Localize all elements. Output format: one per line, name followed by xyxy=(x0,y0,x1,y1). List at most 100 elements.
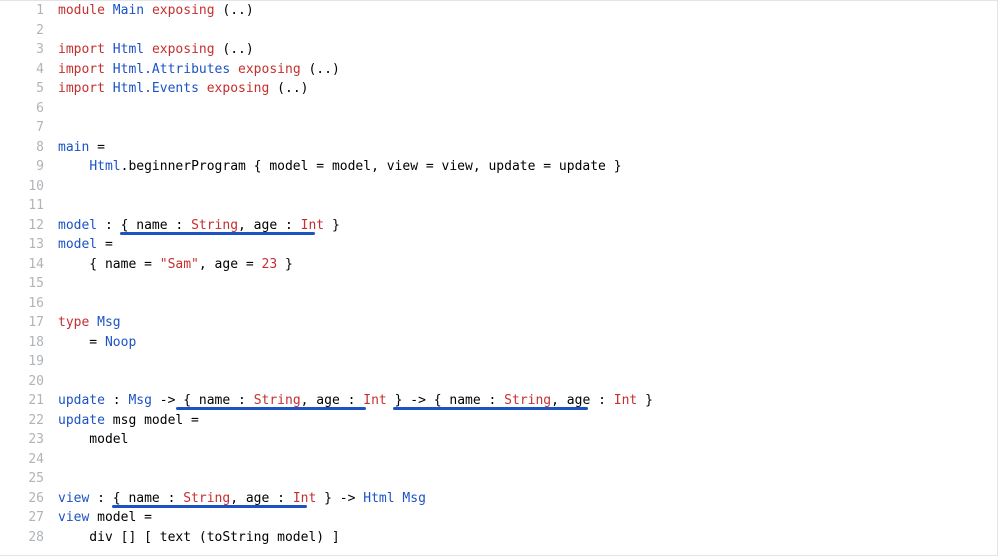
code-line[interactable]: 7 xyxy=(0,118,997,138)
code-editor[interactable]: 1module Main exposing (..)23import Html … xyxy=(0,0,998,556)
line-number: 21 xyxy=(0,393,58,408)
code-content[interactable]: import Html.Events exposing (..) xyxy=(58,81,997,96)
code-line[interactable]: 27view model = xyxy=(0,508,997,528)
code-content[interactable]: model = xyxy=(58,237,997,252)
line-number: 22 xyxy=(0,413,58,428)
token-kw: exposing xyxy=(152,3,215,18)
token-name: Noop xyxy=(105,335,136,350)
code-line[interactable]: 18 = Noop xyxy=(0,333,997,353)
token-txt: = xyxy=(97,237,113,252)
token-kw: import xyxy=(58,42,105,57)
token-txt: (..) xyxy=(301,62,340,77)
line-number: 19 xyxy=(0,354,58,369)
code-line[interactable]: 20 xyxy=(0,372,997,392)
code-line[interactable]: 6 xyxy=(0,99,997,119)
line-number: 20 xyxy=(0,374,58,389)
token-txt: } xyxy=(277,257,293,272)
code-line[interactable]: 16 xyxy=(0,294,997,314)
code-content[interactable]: div [] [ text (toString model) ] xyxy=(58,530,997,545)
line-number: 11 xyxy=(0,198,58,213)
code-line[interactable]: 14 { name = "Sam", age = 23 } xyxy=(0,255,997,275)
code-content[interactable]: import Html exposing (..) xyxy=(58,42,997,57)
token-txt xyxy=(144,3,152,18)
token-name: Html xyxy=(113,42,144,57)
token-txt xyxy=(144,42,152,57)
code-content[interactable]: type Msg xyxy=(58,315,997,330)
token-name: Html.Attributes xyxy=(113,62,230,77)
token-name: Html xyxy=(89,159,120,174)
line-number: 5 xyxy=(0,81,58,96)
token-txt xyxy=(199,81,207,96)
token-name: Msg xyxy=(128,393,151,408)
code-content[interactable]: = Noop xyxy=(58,335,997,350)
token-name: update xyxy=(58,393,105,408)
token-txt: , age : xyxy=(301,393,364,408)
code-content[interactable]: main = xyxy=(58,140,997,155)
code-line[interactable]: 19 xyxy=(0,352,997,372)
annotation-underline xyxy=(393,407,588,410)
code-line[interactable]: 17type Msg xyxy=(0,313,997,333)
code-line[interactable]: 13model = xyxy=(0,235,997,255)
code-line[interactable]: 3import Html exposing (..) xyxy=(0,40,997,60)
token-txt: .beginnerProgram { model = model, view =… xyxy=(121,159,622,174)
line-number: 27 xyxy=(0,510,58,525)
code-line[interactable]: 15 xyxy=(0,274,997,294)
token-name: update xyxy=(58,413,105,428)
token-txt: , age : xyxy=(551,393,614,408)
token-txt: } xyxy=(324,218,340,233)
code-line[interactable]: 2 xyxy=(0,21,997,41)
token-txt: } -> xyxy=(316,491,363,506)
code-content[interactable]: view model = xyxy=(58,510,997,525)
code-content[interactable]: view : { name : String, age : Int } -> H… xyxy=(58,491,997,506)
code-line[interactable]: 9 Html.beginnerProgram { model = model, … xyxy=(0,157,997,177)
code-line[interactable]: 21update : Msg -> { name : String, age :… xyxy=(0,391,997,411)
token-txt: , age = xyxy=(199,257,262,272)
code-content[interactable]: Html.beginnerProgram { model = model, vi… xyxy=(58,159,997,174)
token-name: Html xyxy=(363,491,394,506)
line-number: 2 xyxy=(0,23,58,38)
code-content[interactable]: update msg model = xyxy=(58,413,997,428)
token-txt xyxy=(105,42,113,57)
code-line[interactable]: 4import Html.Attributes exposing (..) xyxy=(0,60,997,80)
code-content[interactable]: model : { name : String, age : Int } xyxy=(58,218,997,233)
code-content[interactable]: module Main exposing (..) xyxy=(58,3,997,18)
code-content[interactable]: model xyxy=(58,432,997,447)
code-content[interactable]: { name = "Sam", age = 23 } xyxy=(58,257,997,272)
code-line[interactable]: 23 model xyxy=(0,430,997,450)
token-txt: : { name : xyxy=(97,218,191,233)
code-line[interactable]: 28 div [] [ text (toString model) ] xyxy=(0,528,997,548)
line-number: 3 xyxy=(0,42,58,57)
code-line[interactable]: 12model : { name : String, age : Int } xyxy=(0,216,997,236)
token-txt xyxy=(58,159,89,174)
code-content[interactable]: update : Msg -> { name : String, age : I… xyxy=(58,393,997,408)
line-number: 17 xyxy=(0,315,58,330)
token-name: Main xyxy=(113,3,144,18)
line-number: 8 xyxy=(0,140,58,155)
token-ty: String xyxy=(183,491,230,506)
token-txt: : xyxy=(105,393,128,408)
token-ty: Int xyxy=(363,393,386,408)
code-line[interactable]: 5import Html.Events exposing (..) xyxy=(0,79,997,99)
code-line[interactable]: 11 xyxy=(0,196,997,216)
token-kw: type xyxy=(58,315,89,330)
token-name: model xyxy=(58,218,97,233)
line-number: 28 xyxy=(0,530,58,545)
token-name: view xyxy=(58,491,89,506)
token-txt: model = xyxy=(89,510,152,525)
line-number: 6 xyxy=(0,101,58,116)
token-ty: String xyxy=(191,218,238,233)
line-number: 1 xyxy=(0,3,58,18)
token-name: Html.Events xyxy=(113,81,199,96)
code-line[interactable]: 1module Main exposing (..) xyxy=(0,1,997,21)
token-txt: = xyxy=(89,140,105,155)
code-line[interactable]: 26view : { name : String, age : Int } ->… xyxy=(0,489,997,509)
token-kw: import xyxy=(58,81,105,96)
token-str: "Sam" xyxy=(160,257,199,272)
token-txt: (..) xyxy=(269,81,308,96)
code-content[interactable]: import Html.Attributes exposing (..) xyxy=(58,62,997,77)
code-line[interactable]: 10 xyxy=(0,177,997,197)
code-line[interactable]: 24 xyxy=(0,450,997,470)
code-line[interactable]: 25 xyxy=(0,469,997,489)
code-line[interactable]: 8main = xyxy=(0,138,997,158)
code-line[interactable]: 22update msg model = xyxy=(0,411,997,431)
